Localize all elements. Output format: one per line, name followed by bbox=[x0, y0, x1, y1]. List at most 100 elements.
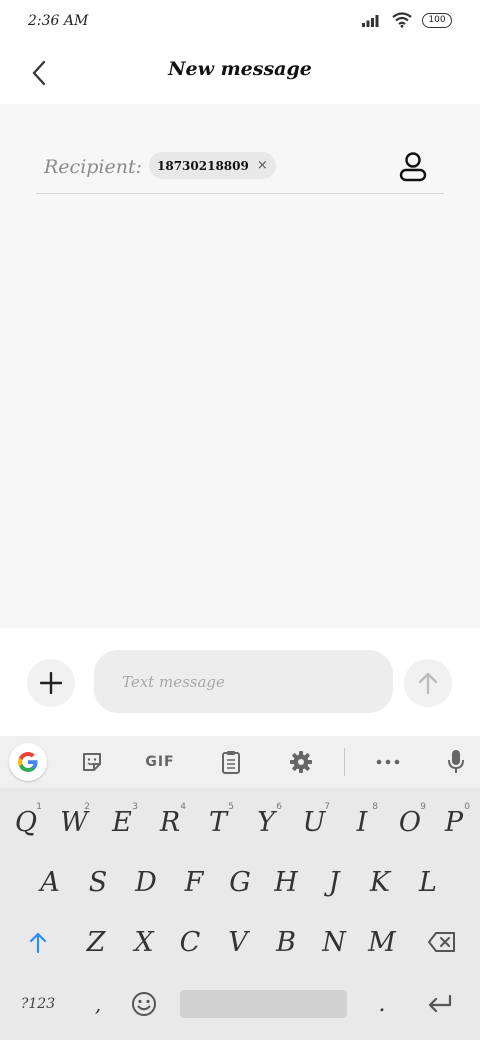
key-m[interactable]: M bbox=[360, 914, 404, 970]
key-v[interactable]: V bbox=[216, 914, 260, 970]
key-g[interactable]: G bbox=[218, 854, 262, 910]
key-label: B bbox=[276, 926, 296, 958]
wifi-icon bbox=[392, 12, 412, 28]
google-button[interactable] bbox=[9, 743, 47, 781]
key-hint: 9 bbox=[420, 802, 426, 812]
key-z[interactable]: Z bbox=[74, 914, 118, 970]
enter-icon bbox=[428, 995, 452, 1013]
period-key[interactable]: . bbox=[360, 976, 404, 1032]
chip-remove-icon[interactable]: × bbox=[257, 158, 268, 173]
key-l[interactable]: L bbox=[406, 854, 450, 910]
key-b[interactable]: B bbox=[264, 914, 308, 970]
key-f[interactable]: F bbox=[172, 854, 216, 910]
key-hint: 1 bbox=[36, 802, 42, 812]
key-label: M bbox=[368, 926, 396, 958]
key-label: , bbox=[94, 992, 102, 1016]
voice-input-button[interactable] bbox=[436, 744, 476, 780]
key-d[interactable]: D bbox=[124, 854, 168, 910]
key-s[interactable]: S bbox=[76, 854, 120, 910]
key-e[interactable]: E3 bbox=[100, 794, 144, 850]
recipient-label: Recipient: bbox=[44, 156, 143, 178]
key-u[interactable]: U7 bbox=[292, 794, 336, 850]
key-o[interactable]: O9 bbox=[388, 794, 432, 850]
key-hint: 5 bbox=[228, 802, 234, 812]
recipient-field[interactable]: Recipient: 18730218809 × bbox=[36, 144, 444, 194]
toolbar-divider bbox=[344, 748, 345, 776]
key-label: I bbox=[356, 806, 368, 838]
settings-button[interactable] bbox=[281, 744, 321, 780]
message-input[interactable] bbox=[94, 650, 393, 713]
backspace-icon bbox=[428, 932, 455, 952]
key-n[interactable]: N bbox=[312, 914, 356, 970]
key-label: R bbox=[159, 806, 181, 838]
key-k[interactable]: K bbox=[358, 854, 402, 910]
gif-icon: GIF bbox=[145, 754, 175, 770]
comma-key[interactable]: , bbox=[76, 976, 120, 1032]
key-label: P bbox=[444, 806, 464, 838]
sticker-button[interactable] bbox=[72, 744, 112, 780]
key-label: C bbox=[179, 926, 201, 958]
key-y[interactable]: Y6 bbox=[244, 794, 288, 850]
key-hint: 4 bbox=[180, 802, 186, 812]
keyboard-toolbar: GIF bbox=[0, 736, 480, 788]
backspace-key[interactable] bbox=[420, 914, 464, 970]
key-label: D bbox=[135, 866, 157, 898]
key-hint: 6 bbox=[276, 802, 282, 812]
key-label: A bbox=[40, 866, 60, 898]
shift-arrow-icon bbox=[29, 932, 47, 953]
key-j[interactable]: J bbox=[312, 854, 356, 910]
key-row-2: A S D F G H J K L bbox=[0, 854, 480, 910]
key-t[interactable]: T5 bbox=[196, 794, 240, 850]
key-label: ?123 bbox=[20, 996, 56, 1012]
key-w[interactable]: W2 bbox=[52, 794, 96, 850]
key-label: F bbox=[184, 866, 204, 898]
google-icon bbox=[18, 752, 38, 772]
key-q[interactable]: Q1 bbox=[4, 794, 48, 850]
symbols-key[interactable]: ?123 bbox=[16, 976, 60, 1032]
key-label: G bbox=[229, 866, 251, 898]
key-hint: 8 bbox=[372, 802, 378, 812]
key-a[interactable]: A bbox=[28, 854, 72, 910]
key-label: L bbox=[419, 866, 437, 898]
gear-icon bbox=[290, 751, 312, 773]
key-h[interactable]: H bbox=[264, 854, 308, 910]
key-label: Y bbox=[257, 806, 275, 838]
add-attachment-button[interactable] bbox=[27, 659, 75, 707]
key-c[interactable]: C bbox=[168, 914, 212, 970]
plus-icon bbox=[40, 672, 62, 694]
key-x[interactable]: X bbox=[122, 914, 166, 970]
sticker-icon bbox=[83, 753, 101, 771]
battery-level: 100 bbox=[428, 15, 446, 25]
emoji-icon bbox=[132, 992, 156, 1016]
key-i[interactable]: I8 bbox=[340, 794, 384, 850]
key-label: V bbox=[228, 926, 248, 958]
key-label: S bbox=[88, 866, 108, 898]
shift-key[interactable] bbox=[16, 914, 60, 970]
recipient-chip-number: 18730218809 bbox=[157, 158, 249, 173]
key-label: J bbox=[328, 866, 340, 898]
recipient-chip[interactable]: 18730218809 × bbox=[149, 152, 276, 179]
emoji-key[interactable] bbox=[122, 976, 166, 1032]
enter-key[interactable] bbox=[418, 976, 462, 1032]
page-title: New message bbox=[168, 58, 312, 80]
key-label: O bbox=[398, 806, 422, 838]
send-button[interactable] bbox=[404, 659, 452, 707]
key-label: E bbox=[112, 806, 132, 838]
clipboard-icon bbox=[222, 751, 240, 774]
key-label: U bbox=[302, 806, 326, 838]
key-hint: 0 bbox=[464, 802, 470, 812]
key-row-1: Q1 W2 E3 R4 T5 Y6 U7 I8 O9 P0 bbox=[0, 794, 480, 850]
key-label: Q bbox=[14, 806, 38, 838]
key-p[interactable]: P0 bbox=[432, 794, 476, 850]
status-icons: 100 bbox=[362, 12, 452, 28]
key-row-3: Z X C V B N M bbox=[0, 914, 480, 970]
contacts-button[interactable] bbox=[396, 150, 430, 184]
signal-icon bbox=[362, 15, 379, 27]
battery-icon: 100 bbox=[422, 12, 452, 28]
clipboard-button[interactable] bbox=[211, 744, 251, 780]
key-label: X bbox=[134, 926, 154, 958]
space-key[interactable] bbox=[180, 990, 347, 1018]
gif-button[interactable]: GIF bbox=[140, 744, 180, 780]
more-button[interactable] bbox=[368, 744, 408, 780]
key-r[interactable]: R4 bbox=[148, 794, 192, 850]
